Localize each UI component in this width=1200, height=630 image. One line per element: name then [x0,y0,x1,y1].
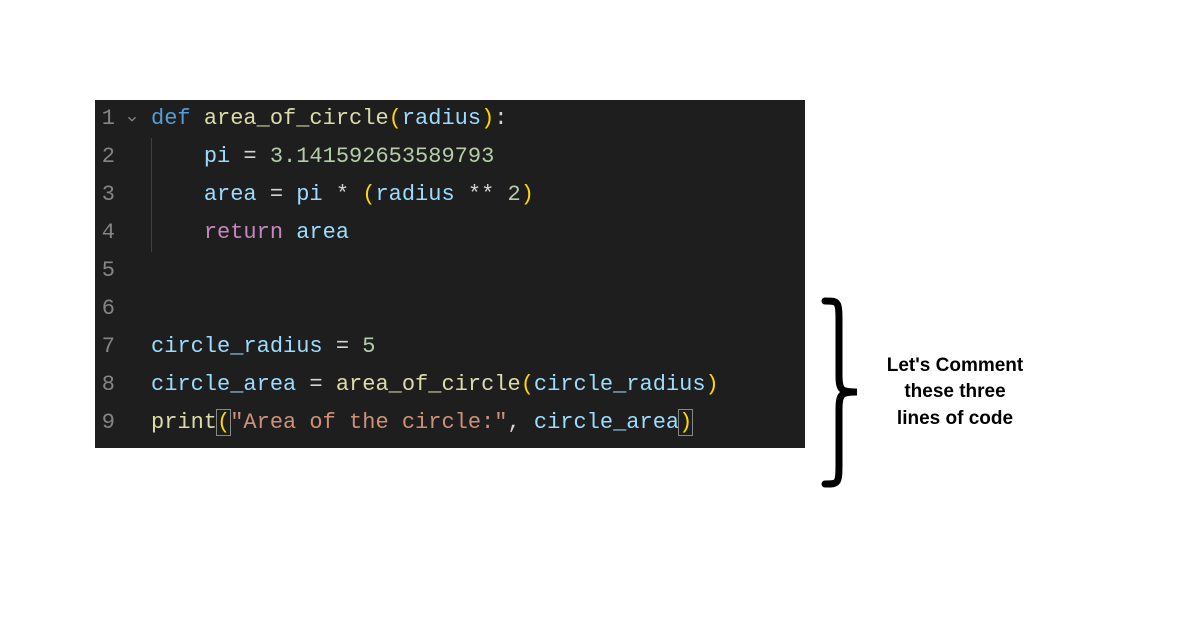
paren-matched: ) [678,409,693,436]
line-number: 5 [95,252,115,290]
operator: ** [455,182,508,207]
variable: area [204,182,257,207]
line-number: 6 [95,290,115,328]
code-line[interactable]: circle_area = area_of_circle(circle_radi… [151,366,805,404]
annotation-callout: Let's Comment these three lines of code [819,295,1035,490]
colon: : [494,106,507,131]
operator: = [323,334,363,359]
line-number: 1 [95,100,115,138]
operator: * [323,182,363,207]
keyword-return: return [204,220,283,245]
annotation-line: Let's Comment [875,353,1035,380]
variable: circle_area [534,410,679,435]
variable: pi [204,144,230,169]
line-number: 3 [95,176,115,214]
code-editor[interactable]: 1 2 3 4 5 6 7 8 9 def area_of_circle(rad… [95,100,805,448]
line-number: 4 [95,214,115,252]
number-literal: 3.141592653589793 [270,144,494,169]
annotation-text: Let's Comment these three lines of code [875,353,1035,433]
function-call: print [151,410,217,435]
curly-brace-icon [819,295,863,490]
operator: = [230,144,270,169]
code-line[interactable]: circle_radius = 5 [151,328,805,366]
variable: circle_radius [534,372,706,397]
paren-matched: ( [216,409,231,436]
fold-chevron-icon[interactable] [119,100,145,138]
editor-with-annotation: 1 2 3 4 5 6 7 8 9 def area_of_circle(rad… [95,100,1035,490]
line-number: 2 [95,138,115,176]
variable: pi [296,182,322,207]
paren: ) [521,182,534,207]
code-line[interactable]: def area_of_circle(radius): [151,100,805,138]
annotation-line: lines of code [875,406,1035,433]
paren: ) [706,372,719,397]
variable: circle_radius [151,334,323,359]
fold-gutter [119,100,145,448]
code-area[interactable]: def area_of_circle(radius): pi = 3.14159… [145,100,805,448]
operator: = [296,372,336,397]
operator: = [257,182,297,207]
code-line[interactable]: pi = 3.141592653589793 [151,138,805,176]
keyword-def: def [151,106,191,131]
variable: circle_area [151,372,296,397]
line-number: 7 [95,328,115,366]
variable: radius [375,182,454,207]
code-line[interactable] [151,252,805,290]
annotation-line: these three [875,379,1035,406]
string-literal: "Area of the circle:" [230,410,507,435]
code-line[interactable]: area = pi * (radius ** 2) [151,176,805,214]
line-number: 8 [95,366,115,404]
paren: ( [362,182,375,207]
paren: ( [521,372,534,397]
number-literal: 5 [362,334,375,359]
function-call: area_of_circle [336,372,521,397]
comma: , [507,410,533,435]
number-literal: 2 [507,182,520,207]
paren: ) [481,106,494,131]
parameter: radius [402,106,481,131]
code-line[interactable]: return area [151,214,805,252]
line-number: 9 [95,404,115,442]
code-line[interactable] [151,290,805,328]
code-line[interactable]: print("Area of the circle:", circle_area… [151,404,805,442]
line-number-gutter: 1 2 3 4 5 6 7 8 9 [95,100,119,448]
function-name: area_of_circle [204,106,389,131]
variable: area [296,220,349,245]
paren: ( [389,106,402,131]
